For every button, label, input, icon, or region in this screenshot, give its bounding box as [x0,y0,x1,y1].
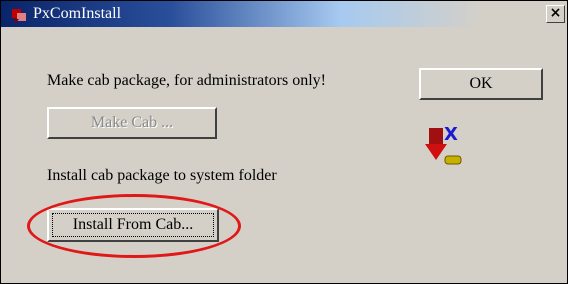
install-icon: X [425,124,469,172]
app-icon [11,7,29,23]
dialog-window: PxComInstall × Make cab package, for adm… [0,0,568,284]
close-icon: × [549,5,562,21]
make-cab-label: Make cab package, for administrators onl… [47,72,327,89]
window-title: PxComInstall [33,5,122,22]
install-from-cab-button[interactable]: Install From Cab... [47,208,219,242]
install-label: Install cab package to system folder [47,167,277,184]
make-cab-button[interactable]: Make Cab ... [47,107,217,139]
close-button[interactable]: × [546,5,565,23]
ok-button[interactable]: OK [419,68,543,100]
title-bar[interactable]: PxComInstall × [1,1,567,27]
x-letter: X [444,124,458,145]
